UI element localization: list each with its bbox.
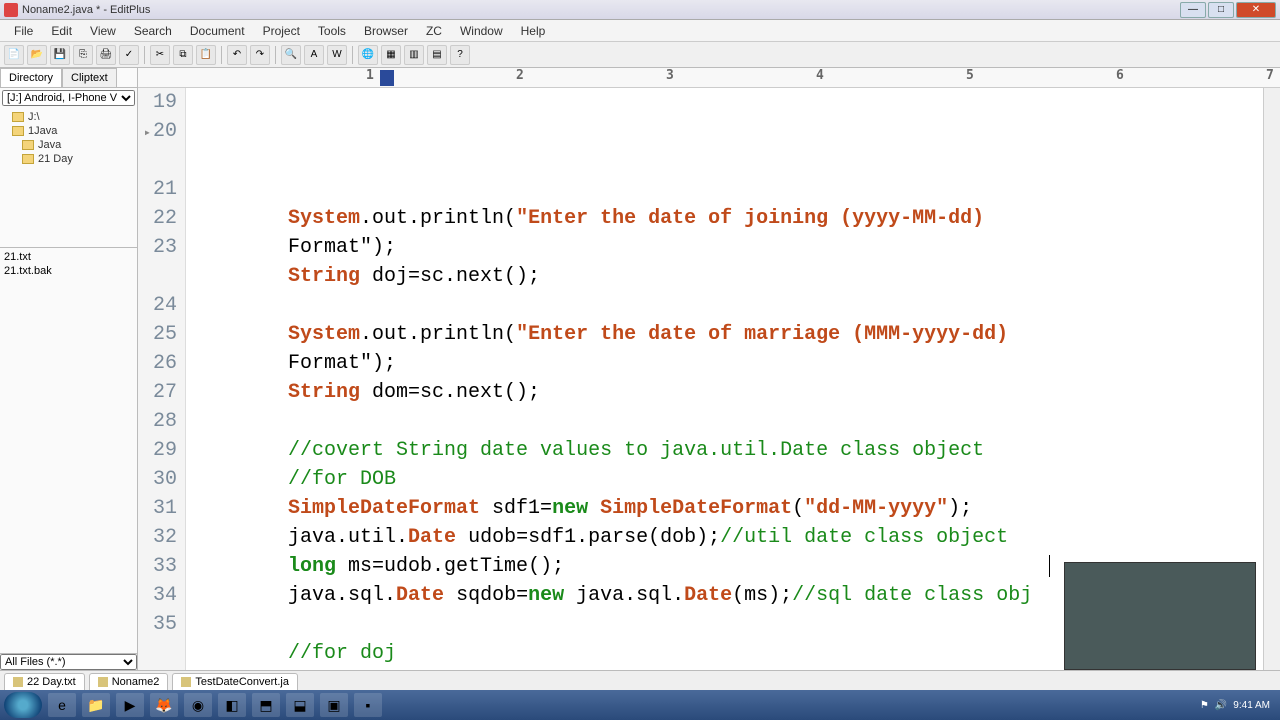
titlebar: Noname2.java * - EditPlus — □ ✕ bbox=[0, 0, 1280, 20]
browser-icon[interactable]: 🌐 bbox=[358, 45, 378, 65]
filetab-active[interactable]: Noname2 bbox=[89, 673, 169, 691]
menu-zc[interactable]: ZC bbox=[418, 22, 450, 40]
file-tabs: 22 Day.txt Noname2 TestDateConvert.ja bbox=[0, 670, 1280, 692]
sidebar-tabs: Directory Cliptext bbox=[0, 68, 137, 88]
taskbar-cmd-icon[interactable]: ▪ bbox=[354, 693, 382, 717]
close-button[interactable]: ✕ bbox=[1236, 2, 1276, 18]
taskbar-ie-icon[interactable]: e bbox=[48, 693, 76, 717]
file-item[interactable]: 21.txt.bak bbox=[4, 264, 133, 278]
minimize-button[interactable]: — bbox=[1180, 2, 1206, 18]
save-all-icon[interactable]: ⎘ bbox=[73, 45, 93, 65]
tray-volume-icon[interactable]: 🔊 bbox=[1215, 700, 1227, 711]
directory-tree: J:\ 1Java Java 21 Day bbox=[0, 108, 137, 248]
taskbar-media-icon[interactable]: ▶ bbox=[116, 693, 144, 717]
undo-icon[interactable]: ↶ bbox=[227, 45, 247, 65]
filter-select[interactable]: All Files (*.*) bbox=[0, 654, 137, 670]
sidebar: Directory Cliptext [J:] Android, I-Phone… bbox=[0, 68, 138, 670]
taskbar-app2-icon[interactable]: ⬒ bbox=[252, 693, 280, 717]
menu-document[interactable]: Document bbox=[182, 22, 253, 40]
menu-view[interactable]: View bbox=[82, 22, 124, 40]
ruler-cursor-icon bbox=[380, 70, 394, 86]
tree-item[interactable]: Java bbox=[2, 138, 135, 152]
tree-item[interactable]: 1Java bbox=[2, 124, 135, 138]
window-title: Noname2.java * - EditPlus bbox=[22, 4, 1180, 16]
taskbar-app4-icon[interactable]: ▣ bbox=[320, 693, 348, 717]
file-item[interactable]: 21.txt bbox=[4, 250, 133, 264]
taskbar-chrome-icon[interactable]: ◉ bbox=[184, 693, 212, 717]
filetab[interactable]: TestDateConvert.ja bbox=[172, 673, 298, 691]
menubar: File Edit View Search Document Project T… bbox=[0, 20, 1280, 42]
text-cursor bbox=[1049, 555, 1050, 577]
toolbar: 📄 📂 💾 ⎘ 🖨 ✓ ✂ ⧉ 📋 ↶ ↷ 🔍 A W 🌐 ▦ ▥ ▤ ? bbox=[0, 42, 1280, 68]
tab-cliptext[interactable]: Cliptext bbox=[62, 68, 117, 87]
menu-project[interactable]: Project bbox=[255, 22, 308, 40]
taskbar-app-icon[interactable]: ◧ bbox=[218, 693, 246, 717]
paste-icon[interactable]: 📋 bbox=[196, 45, 216, 65]
line-gutter: 1920212223242526272829303132333435 bbox=[138, 88, 186, 670]
taskbar-firefox-icon[interactable]: 🦊 bbox=[150, 693, 178, 717]
webcam-overlay bbox=[1064, 562, 1256, 670]
vertical-scrollbar[interactable] bbox=[1263, 88, 1280, 670]
menu-search[interactable]: Search bbox=[126, 22, 180, 40]
menu-browser[interactable]: Browser bbox=[356, 22, 416, 40]
menu-edit[interactable]: Edit bbox=[43, 22, 80, 40]
open-icon[interactable]: 📂 bbox=[27, 45, 47, 65]
tray-time[interactable]: 9:41 AM bbox=[1233, 700, 1270, 711]
file-filter: All Files (*.*) bbox=[0, 653, 137, 670]
start-button[interactable] bbox=[4, 692, 42, 718]
ruler: 1 2 3 4 5 6 7 bbox=[138, 68, 1280, 88]
menu-help[interactable]: Help bbox=[513, 22, 554, 40]
tree-item[interactable]: J:\ bbox=[2, 110, 135, 124]
filetab[interactable]: 22 Day.txt bbox=[4, 673, 85, 691]
app-icon bbox=[4, 3, 18, 17]
taskbar: e 📁 ▶ 🦊 ◉ ◧ ⬒ ⬓ ▣ ▪ ⚑ 🔊 9:41 AM bbox=[0, 690, 1280, 720]
replace-icon[interactable]: A bbox=[304, 45, 324, 65]
menu-tools[interactable]: Tools bbox=[310, 22, 354, 40]
spell-icon[interactable]: ✓ bbox=[119, 45, 139, 65]
find-icon[interactable]: 🔍 bbox=[281, 45, 301, 65]
tool3-icon[interactable]: ▤ bbox=[427, 45, 447, 65]
tree-item[interactable]: 21 Day bbox=[2, 152, 135, 166]
tray-flag-icon[interactable]: ⚑ bbox=[1200, 700, 1209, 711]
print-icon[interactable]: 🖨 bbox=[96, 45, 116, 65]
tool-icon[interactable]: ▦ bbox=[381, 45, 401, 65]
drive-select[interactable]: [J:] Android, I-Phone V bbox=[2, 90, 135, 106]
taskbar-explorer-icon[interactable]: 📁 bbox=[82, 693, 110, 717]
new-file-icon[interactable]: 📄 bbox=[4, 45, 24, 65]
file-list: 21.txt 21.txt.bak bbox=[0, 248, 137, 653]
cut-icon[interactable]: ✂ bbox=[150, 45, 170, 65]
system-tray[interactable]: ⚑ 🔊 9:41 AM bbox=[1200, 700, 1276, 711]
window-controls: — □ ✕ bbox=[1180, 2, 1276, 18]
tab-directory[interactable]: Directory bbox=[0, 68, 62, 87]
copy-icon[interactable]: ⧉ bbox=[173, 45, 193, 65]
tool2-icon[interactable]: ▥ bbox=[404, 45, 424, 65]
menu-file[interactable]: File bbox=[6, 22, 41, 40]
taskbar-app3-icon[interactable]: ⬓ bbox=[286, 693, 314, 717]
redo-icon[interactable]: ↷ bbox=[250, 45, 270, 65]
save-icon[interactable]: 💾 bbox=[50, 45, 70, 65]
word-wrap-icon[interactable]: W bbox=[327, 45, 347, 65]
help-icon[interactable]: ? bbox=[450, 45, 470, 65]
maximize-button[interactable]: □ bbox=[1208, 2, 1234, 18]
menu-window[interactable]: Window bbox=[452, 22, 511, 40]
